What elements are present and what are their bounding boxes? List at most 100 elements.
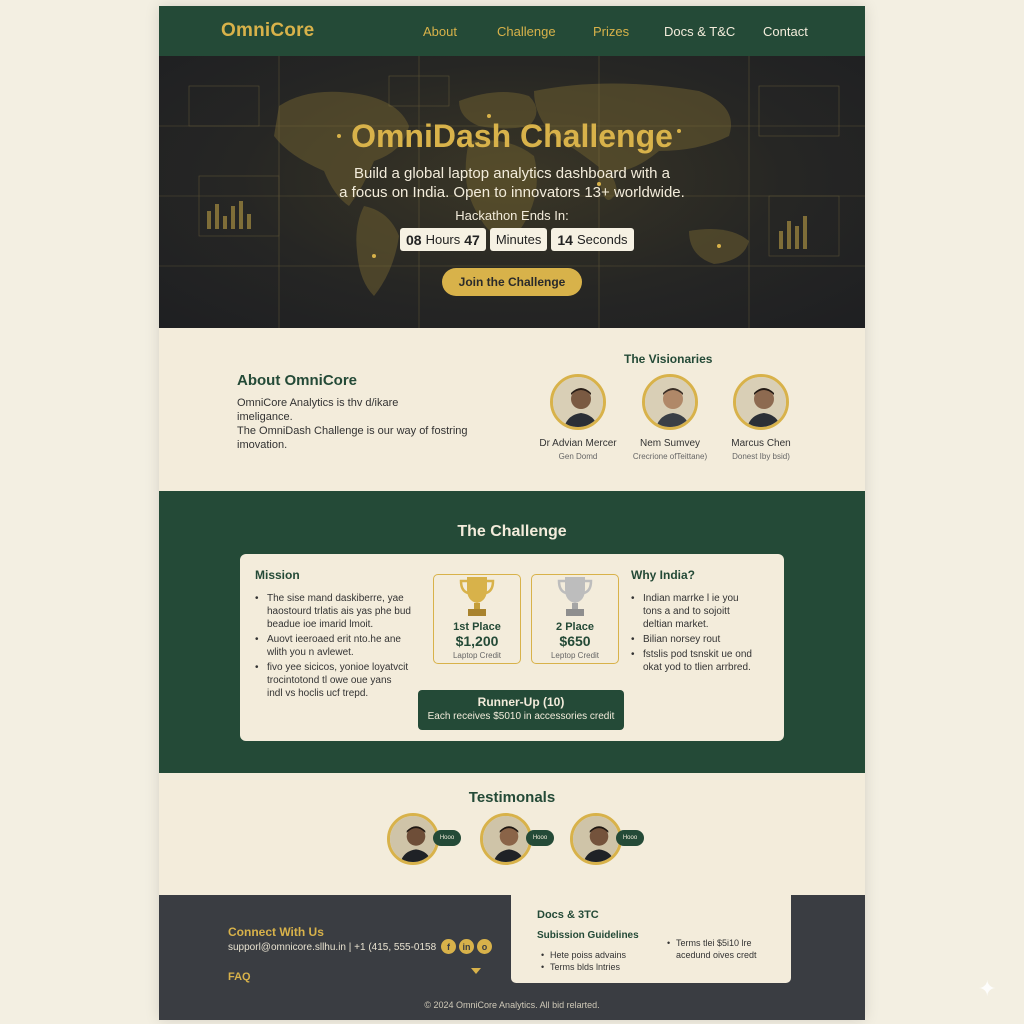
bullet-line: beadue ioe imarid lmoit.: [267, 619, 374, 630]
social-links: f in o: [441, 939, 492, 954]
trophy-silver-icon: [557, 577, 593, 616]
bullet-line: fivo yee sicicos, yonioe loyatvcit: [267, 662, 409, 673]
submission-title: Subission Guidelines: [537, 930, 639, 941]
copyright: © 2024 OmniCore Analytics. All bid relar…: [424, 1000, 600, 1010]
facebook-icon[interactable]: f: [441, 939, 456, 954]
hero-subtitle-line2: a focus on India. Open to innovators 13+…: [339, 184, 685, 201]
docs-title: Docs & 3TC: [537, 909, 599, 921]
prize-amount: $650: [559, 633, 591, 649]
instagram-icon[interactable]: o: [477, 939, 492, 954]
testimonial-card[interactable]: Hooo: [570, 813, 644, 865]
avatar: [550, 374, 606, 430]
challenge-section: The Challenge Mission The sise mand dask…: [159, 491, 865, 773]
about-text-line: imovation.: [237, 439, 288, 451]
list-item: Terms tlei $5i10 lre acedund oives credt: [667, 937, 757, 961]
hero-subtitle-line1: Build a global laptop analytics dashboar…: [353, 165, 671, 182]
avatar: [733, 374, 789, 430]
bullet-line: okat yod to tlien arrbred.: [643, 662, 751, 673]
bullet-line: deltian market.: [643, 619, 709, 630]
nav-link-about[interactable]: About: [423, 24, 457, 39]
seconds-value: 14: [557, 231, 573, 248]
runner-up-banner: Runner-Up (10) Each receives $5010 in ac…: [418, 690, 624, 730]
hours-value: 08: [406, 231, 422, 248]
runner-up-description: Each receives $5010 in accessories credi…: [427, 711, 615, 722]
docs-card: Docs & 3TC Subission Guidelines Hete poi…: [511, 895, 791, 983]
bullet-line: Indian marrke l ie you: [643, 593, 739, 604]
trophy-gold-icon: [459, 577, 495, 616]
testimonials-section: Testimonals Hooo Hooo Hooo: [159, 773, 865, 895]
bullet-line: The sise mand daskiberre, yae: [267, 593, 404, 604]
mission-bullets: The sise mand daskiberre, yae haostourd …: [255, 592, 430, 702]
hero-subtitle: Build a global laptop analytics dashboar…: [159, 164, 865, 202]
logo[interactable]: OmniCore: [221, 20, 314, 42]
minutes-unit: Minutes: [495, 232, 542, 247]
prize-place: 2 Place: [556, 621, 594, 633]
top-nav: OmniCore About Challenge Prizes Docs & T…: [159, 6, 865, 56]
terms-bullets: Terms tlei $5i10 lre acedund oives credt: [667, 937, 757, 961]
about-text-line: imeligance.: [237, 411, 293, 423]
bullet-line: Terms tlei $5i10 lre: [676, 938, 752, 948]
why-india-bullets: Indian marrke l ie you tons a and to soj…: [631, 592, 776, 676]
contact-details[interactable]: supporl@omnicore.sllhu.in | +1 (415, 555…: [228, 942, 436, 953]
linkedin-icon[interactable]: in: [459, 939, 474, 954]
join-challenge-button[interactable]: Join the Challenge: [442, 268, 582, 296]
countdown-seconds: 14 Seconds: [551, 228, 634, 251]
about-title: About OmniCore: [237, 372, 357, 389]
about-text-line: OmniCore Analytics is thv d/ikare: [237, 397, 399, 409]
nav-link-docs[interactable]: Docs & T&C: [664, 24, 735, 39]
challenge-card: Mission The sise mand daskiberre, yae ha…: [240, 554, 784, 741]
nav-link-contact[interactable]: Contact: [763, 24, 808, 39]
testimonial-card[interactable]: Hooo: [387, 813, 461, 865]
bullet-line: wlith you n avlewet.: [267, 647, 354, 658]
prize-card-first: 1st Place $1,200 Laptop Credit: [433, 574, 521, 664]
visionary-name: Marcus Chen: [731, 438, 791, 449]
bullet-line: Bilian norsey rout: [643, 634, 721, 645]
list-item: Terms blds lntries: [541, 961, 626, 973]
countdown-hours: 08 Hours 47: [400, 228, 486, 251]
about-text-line: The OmniDash Challenge is our way of fos…: [237, 425, 468, 437]
bullet-line: indl vs hoclis ucf trepd.: [267, 688, 369, 699]
countdown-minutes: Minutes: [489, 228, 548, 251]
countdown-label: Hackathon Ends In:: [455, 208, 569, 223]
hero-section: OmniDash Challenge Build a global laptop…: [159, 56, 865, 328]
hours-unit: Hours: [425, 232, 461, 247]
bullet-line: acedund oives credt: [676, 950, 757, 960]
avatar: [480, 813, 532, 865]
testimonial-card[interactable]: Hooo: [480, 813, 554, 865]
faq-link[interactable]: FAQ: [228, 971, 251, 983]
visionaries-title: The Visionaries: [624, 352, 713, 366]
prize-credit: Leptop Credit: [550, 651, 600, 660]
bullet-line: haostourd trlatis ais yas phe bud: [267, 606, 411, 617]
prize-place: 1st Place: [453, 621, 501, 633]
mission-title: Mission: [255, 568, 300, 582]
prize-amount: $1,200: [455, 633, 499, 649]
prize-card-second: 2 Place $650 Leptop Credit: [531, 574, 619, 664]
why-india-title: Why India?: [631, 568, 695, 582]
about-section: About OmniCore OmniCore Analytics is thv…: [159, 328, 865, 491]
hero-title: OmniDash Challenge: [351, 118, 673, 154]
challenge-title: The Challenge: [457, 523, 567, 540]
avatar: [387, 813, 439, 865]
list-item: Indian marrke l ie you tons a and to soj…: [631, 592, 776, 631]
nav-link-prizes[interactable]: Prizes: [593, 24, 629, 39]
minutes-value: 47: [464, 231, 480, 248]
bullet-line: trocintotond tl owe oue yans: [267, 675, 392, 686]
submission-bullets: Hete poiss advains Terms blds lntries: [541, 949, 626, 973]
testimonial-badge: Hooo: [433, 830, 461, 846]
countdown-timer: 08 Hours 47 Minutes 14 Seconds: [400, 228, 634, 251]
chevron-down-icon[interactable]: [471, 968, 481, 974]
avatar: [642, 374, 698, 430]
nav-link-challenge[interactable]: Challenge: [497, 24, 556, 39]
list-item: fivo yee sicicos, yonioe loyatvcit troci…: [255, 661, 430, 700]
list-item: Hete poiss advains: [541, 949, 626, 961]
seconds-unit: Seconds: [576, 232, 628, 247]
landing-page: OmniCore About Challenge Prizes Docs & T…: [159, 6, 865, 1020]
visionary-role: Donest Iby bsid): [732, 452, 790, 461]
avatar: [570, 813, 622, 865]
visionary-card[interactable]: Marcus Chen Donest Iby bsid): [706, 374, 816, 461]
list-item: Auovt ieeroaed erit nto.he ane wlith you…: [255, 633, 430, 659]
runner-up-title: Runner-Up (10): [477, 695, 565, 709]
about-text: OmniCore Analytics is thv d/ikare imelig…: [237, 396, 477, 452]
list-item: fstslis pod tsnskit ue ond okat yod to t…: [631, 648, 776, 674]
testimonial-badge: Hooo: [616, 830, 644, 846]
